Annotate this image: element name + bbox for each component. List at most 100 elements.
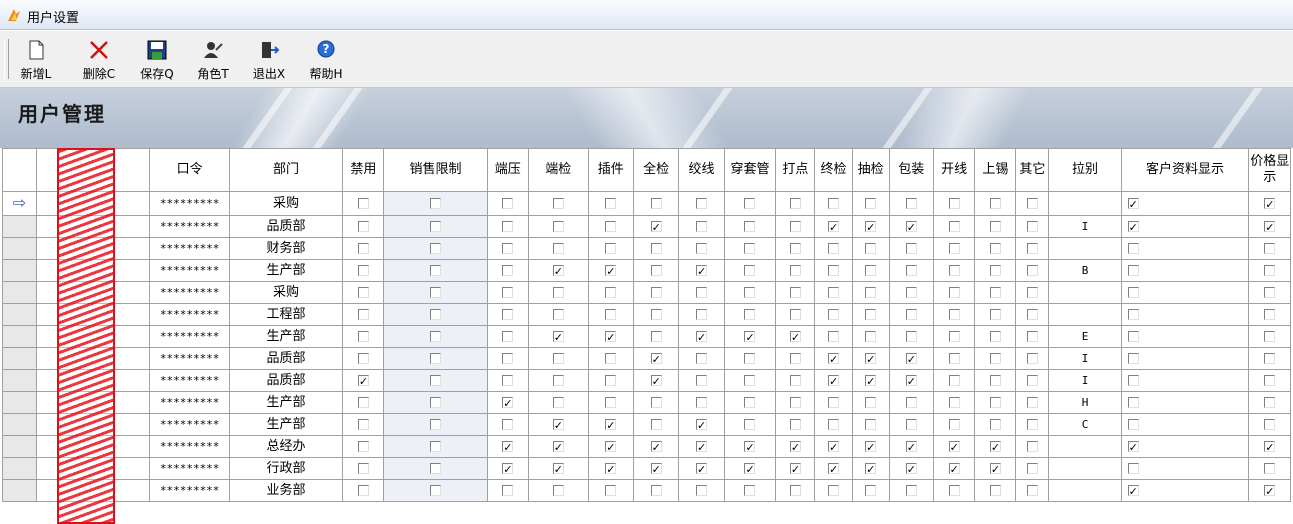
flag-11-checkbox[interactable] xyxy=(905,485,917,496)
flag-11-checkbox[interactable] xyxy=(905,437,917,457)
toolbar-grip[interactable] xyxy=(4,39,9,79)
price-display-checkbox[interactable] xyxy=(1264,375,1276,386)
flag-7-checkbox[interactable] xyxy=(744,397,756,408)
flag-2-checkbox[interactable] xyxy=(502,419,514,430)
column-header-17[interactable]: 上锡 xyxy=(974,148,1017,192)
flag-13-checkbox[interactable] xyxy=(989,243,1001,254)
column-header-5[interactable]: 销售限制 xyxy=(383,148,488,192)
flag-5-checkbox[interactable] xyxy=(650,265,662,276)
flag-2-checkbox[interactable] xyxy=(502,375,514,386)
table-row[interactable]: *********生产部 C xyxy=(1,413,1291,436)
price-display-checkbox[interactable] xyxy=(1264,265,1276,276)
price-display-checkbox[interactable] xyxy=(1264,437,1276,457)
column-header-20[interactable]: 客户资料显示 xyxy=(1120,148,1250,192)
flag-10-checkbox[interactable] xyxy=(865,243,877,254)
price-display-checkbox[interactable] xyxy=(1264,309,1276,320)
customer-info-display-checkbox[interactable] xyxy=(1127,265,1139,276)
flag-3-checkbox[interactable] xyxy=(552,309,564,320)
table-row[interactable]: ********* 工程部 xyxy=(1,303,1291,326)
flag-13-checkbox[interactable] xyxy=(989,437,1001,457)
flag-14-checkbox[interactable] xyxy=(1026,419,1038,430)
flag-3-checkbox[interactable] xyxy=(552,375,564,386)
flag-11-checkbox[interactable] xyxy=(905,287,917,298)
flag-2-checkbox[interactable] xyxy=(502,353,514,364)
department-cell[interactable]: 品质部 xyxy=(228,347,344,370)
flag-7-checkbox[interactable] xyxy=(744,309,756,320)
flag-9-checkbox[interactable] xyxy=(827,265,839,276)
flag-8-checkbox[interactable] xyxy=(789,375,801,386)
flag-6-checkbox[interactable] xyxy=(696,415,708,435)
price-display-checkbox[interactable] xyxy=(1264,287,1276,298)
flag-2-checkbox[interactable] xyxy=(502,309,514,320)
price-display-checkbox[interactable] xyxy=(1264,243,1276,254)
department-cell[interactable]: 品质部 xyxy=(228,215,344,238)
table-row[interactable]: ********* 总经办 xyxy=(1,435,1291,458)
row-selector[interactable]: ⇨ xyxy=(1,191,38,216)
flag-4-checkbox[interactable] xyxy=(605,243,617,254)
row-selector[interactable] xyxy=(1,391,38,414)
column-header-4[interactable]: 禁用 xyxy=(342,148,385,192)
password-cell[interactable]: ********* xyxy=(149,325,230,348)
flag-6-checkbox[interactable] xyxy=(696,437,708,457)
price-display-checkbox[interactable] xyxy=(1264,353,1276,364)
password-cell[interactable]: ********* xyxy=(149,435,230,458)
department-cell[interactable]: 生产部 xyxy=(228,413,344,436)
flag-2-checkbox[interactable] xyxy=(502,221,514,232)
flag-7-checkbox[interactable] xyxy=(744,375,756,386)
flag-5-checkbox[interactable] xyxy=(650,437,662,457)
line-cell[interactable] xyxy=(1048,435,1122,458)
line-cell[interactable] xyxy=(1048,457,1122,480)
flag-9-checkbox[interactable] xyxy=(827,309,839,320)
row-selector[interactable] xyxy=(1,457,38,480)
password-cell[interactable]: ********* xyxy=(149,237,230,260)
flag-14-checkbox[interactable] xyxy=(1026,397,1038,408)
flag-0-checkbox[interactable] xyxy=(357,371,369,391)
flag-6-checkbox[interactable] xyxy=(696,261,708,281)
flag-5-checkbox[interactable] xyxy=(650,309,662,320)
password-cell[interactable]: ********* xyxy=(149,303,230,326)
flag-10-checkbox[interactable] xyxy=(865,485,877,496)
flag-8-checkbox[interactable] xyxy=(789,353,801,364)
department-cell[interactable]: 总经办 xyxy=(228,435,344,458)
flag-1-checkbox[interactable] xyxy=(430,265,442,276)
department-cell[interactable]: 生产部 xyxy=(228,391,344,414)
flag-4-checkbox[interactable] xyxy=(605,459,617,479)
flag-8-checkbox[interactable] xyxy=(789,419,801,430)
column-header-11[interactable]: 穿套管 xyxy=(723,148,777,192)
new-button[interactable]: 新增L xyxy=(10,37,62,85)
password-cell[interactable]: ********* xyxy=(149,413,230,436)
line-cell[interactable] xyxy=(1048,237,1122,260)
flag-2-checkbox[interactable] xyxy=(502,243,514,254)
column-header-13[interactable]: 终检 xyxy=(814,148,853,192)
column-header-16[interactable]: 开线 xyxy=(932,148,976,192)
flag-4-checkbox[interactable] xyxy=(605,437,617,457)
line-cell[interactable]: B xyxy=(1048,259,1122,282)
role-button[interactable]: 角色T xyxy=(188,37,238,85)
line-cell[interactable]: C xyxy=(1048,413,1122,436)
flag-9-checkbox[interactable] xyxy=(827,371,839,391)
column-header-2[interactable]: 口令 xyxy=(149,148,230,192)
flag-4-checkbox[interactable] xyxy=(605,261,617,281)
column-header-15[interactable]: 包装 xyxy=(888,148,934,192)
line-cell[interactable] xyxy=(1048,303,1122,326)
table-row[interactable]: ********* 行政部 xyxy=(1,457,1291,480)
flag-12-checkbox[interactable] xyxy=(948,331,960,342)
flag-12-checkbox[interactable] xyxy=(948,397,960,408)
column-header-3[interactable]: 部门 xyxy=(228,148,344,192)
flag-1-checkbox[interactable] xyxy=(430,353,442,364)
delete-button[interactable]: 删除C xyxy=(72,37,126,85)
flag-2-checkbox[interactable] xyxy=(502,485,514,496)
flag-9-checkbox[interactable] xyxy=(827,217,839,237)
flag-13-checkbox[interactable] xyxy=(989,397,1001,408)
line-cell[interactable]: I xyxy=(1048,215,1122,238)
column-header-7[interactable]: 端检 xyxy=(527,148,589,192)
flag-1-checkbox[interactable] xyxy=(430,485,442,496)
flag-11-checkbox[interactable] xyxy=(905,397,917,408)
flag-14-checkbox[interactable] xyxy=(1026,331,1038,342)
column-header-19[interactable]: 拉别 xyxy=(1048,148,1122,192)
table-row[interactable]: ********* 业务部 xyxy=(1,479,1291,502)
flag-10-checkbox[interactable] xyxy=(865,198,877,209)
customer-info-display-checkbox[interactable] xyxy=(1127,419,1139,430)
row-selector[interactable] xyxy=(1,281,38,304)
line-cell[interactable] xyxy=(1048,191,1122,216)
